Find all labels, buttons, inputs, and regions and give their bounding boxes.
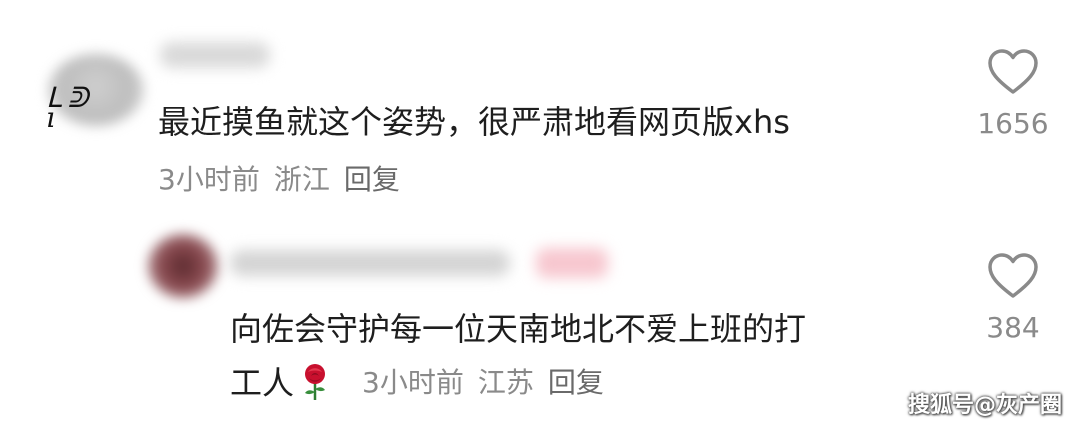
like-count: 1656 [977,107,1049,140]
comment-time: 3小时前 [362,366,464,399]
rose-icon [305,364,326,400]
comment-meta: 3小时前 江苏 回复 [362,363,618,403]
username-blurred[interactable] [160,42,270,68]
watermark: 搜狐号@灰产圈 [907,393,1062,418]
like-button[interactable]: 1656 [958,48,1068,142]
reply-button[interactable]: 回复 [344,163,400,196]
comment-time: 3小时前 [158,163,260,196]
author-badge-blurred [536,248,608,278]
comment-text-line-2-content: 工人 [230,364,295,402]
username-blurred[interactable] [230,250,510,276]
comment-text: 最近摸鱼就这个姿势，很严肃地看网页版xhs [158,103,790,141]
reply-button[interactable]: 回复 [548,366,604,399]
heart-icon[interactable] [987,48,1039,96]
comment-text-line-2: 工人 [230,361,330,405]
heart-icon[interactable] [987,252,1039,300]
comment-meta: 3小时前 浙江 回复 [158,160,414,200]
comment-location: 江苏 [477,366,534,399]
avatar-overlay-text: ᒪᕲ ı [46,81,95,134]
avatar[interactable] [148,234,218,298]
like-button[interactable]: 384 [958,252,1068,346]
comment-text-line-1: 向佐会守护每一位天南地北不爱上班的打 [230,310,807,348]
like-count: 384 [986,311,1040,344]
comment-location: 浙江 [273,163,330,196]
